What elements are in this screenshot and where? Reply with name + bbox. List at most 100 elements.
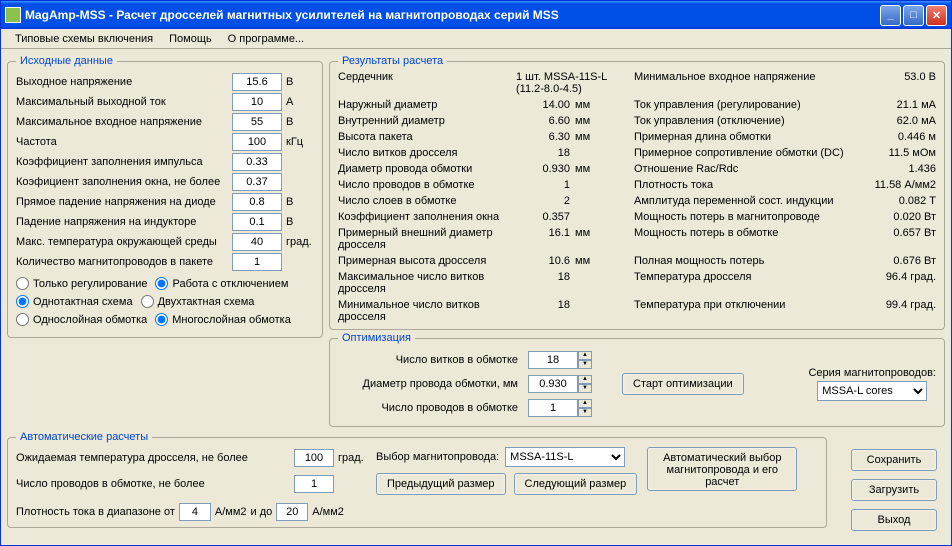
result-unit: мм <box>572 131 632 143</box>
iout-unit: А <box>282 96 314 108</box>
series-label: Серия магнитопроводов: <box>808 367 936 379</box>
result-unit: мм <box>572 255 632 267</box>
texp-input[interactable] <box>294 449 334 467</box>
result-unit: мм <box>572 115 632 127</box>
vin-input[interactable] <box>232 113 282 131</box>
vin-unit: В <box>282 116 314 128</box>
radio-with-off[interactable]: Работа с отключением <box>155 277 288 290</box>
result-value: 11.5 мОм <box>861 147 936 159</box>
jrange-label: Плотность тока в диапазоне от <box>16 506 175 518</box>
opt-fieldset: Оптимизация Число витков в обмотке ▲▼ Ди… <box>329 332 945 427</box>
prev-size-button[interactable]: Предыдущий размер <box>376 473 506 495</box>
window-title: MagAmp-MSS - Расчет дросселей магнитных … <box>25 8 880 22</box>
jto-label: и до <box>251 506 273 518</box>
spin-up-icon[interactable]: ▲ <box>578 399 592 408</box>
opt-wdia-spinner[interactable]: ▲▼ <box>528 375 592 393</box>
result-value: 10.6 <box>510 255 570 267</box>
spin-down-icon[interactable]: ▼ <box>578 408 592 417</box>
wfill-input[interactable] <box>232 173 282 191</box>
result-label: Примерная высота дросселя <box>338 255 508 267</box>
radio-single-layer[interactable]: Однослойная обмотка <box>16 313 147 326</box>
result-value: 6.60 <box>510 115 570 127</box>
result-value: 0.446 м <box>861 131 936 143</box>
vl-input[interactable] <box>232 213 282 231</box>
menu-help[interactable]: Помощь <box>161 31 220 47</box>
result-label: Коэффициент заполнения окна <box>338 211 508 223</box>
auto-nwire-label: Число проводов в обмотке, не более <box>16 478 294 490</box>
result-value: 18 <box>510 147 570 159</box>
result-label: Примерное сопротивление обмотки (DC) <box>634 147 859 159</box>
spin-up-icon[interactable]: ▲ <box>578 375 592 384</box>
exit-button[interactable]: Выход <box>851 509 937 531</box>
result-label: Амплитуда переменной сост. индукции <box>634 195 859 207</box>
result-label: Число проводов в обмотке <box>338 179 508 191</box>
result-label: Ток управления (регулирование) <box>634 99 859 111</box>
result-label: Наружный диаметр <box>338 99 508 111</box>
result-label: Отношение Rac/Rdc <box>634 163 859 175</box>
jfrom-input[interactable] <box>179 503 211 521</box>
minimize-button[interactable]: _ <box>880 5 901 26</box>
menubar: Типовые схемы включения Помощь О програм… <box>1 29 951 49</box>
freq-unit: кГц <box>282 136 314 148</box>
ncore-input[interactable] <box>232 253 282 271</box>
result-value: 21.1 мА <box>861 99 936 111</box>
opt-nwires-spinner[interactable]: ▲▼ <box>528 399 592 417</box>
result-unit: мм <box>572 99 632 111</box>
result-value: 11.58 А/мм2 <box>861 179 936 191</box>
radio-single[interactable]: Однотактная схема <box>16 295 133 308</box>
results-fieldset: Результаты расчета Сердечник1 шт. MSSA-1… <box>329 55 945 330</box>
result-value: 2 <box>510 195 570 207</box>
auto-select-button[interactable]: Автоматический выбор магнитопровода и ег… <box>647 447 797 491</box>
result-label: Примерная длина обмотки <box>634 131 859 143</box>
vin-label: Максимальное входное напряжение <box>16 116 232 128</box>
maximize-button[interactable]: □ <box>903 5 924 26</box>
result-label: Полная мощность потерь <box>634 255 859 267</box>
opt-turns-spinner[interactable]: ▲▼ <box>528 351 592 369</box>
ta-label: Макс. температура окружающей среды <box>16 236 232 248</box>
spin-up-icon[interactable]: ▲ <box>578 351 592 360</box>
result-label: Минимальное число витков дросселя <box>338 299 508 323</box>
result-label: Мощность потерь в магнитопроводе <box>634 211 859 223</box>
menu-about[interactable]: О программе... <box>220 31 312 47</box>
input-fieldset: Исходные данные Выходное напряжениеВ Мак… <box>7 55 323 338</box>
menu-schemes[interactable]: Типовые схемы включения <box>7 31 161 47</box>
start-opt-button[interactable]: Старт оптимизации <box>622 373 744 395</box>
result-value: 14.00 <box>510 99 570 111</box>
vout-input[interactable] <box>232 73 282 91</box>
result-unit <box>572 179 632 191</box>
result-value: 18 <box>510 271 570 295</box>
radio-multi-layer[interactable]: Многослойная обмотка <box>155 313 291 326</box>
iout-input[interactable] <box>232 93 282 111</box>
vl-label: Падение напряжения на индукторе <box>16 216 232 228</box>
save-button[interactable]: Сохранить <box>851 449 937 471</box>
next-size-button[interactable]: Следующий размер <box>514 473 638 495</box>
opt-turns-label: Число витков в обмотке <box>348 354 528 366</box>
series-select[interactable]: MSSA-L cores <box>817 381 927 401</box>
spin-down-icon[interactable]: ▼ <box>578 384 592 393</box>
freq-input[interactable] <box>232 133 282 151</box>
result-label: Мощность потерь в обмотке <box>634 227 859 251</box>
core-select[interactable]: MSSA-11S-L <box>505 447 625 467</box>
result-label: Минимальное входное напряжение <box>634 71 859 95</box>
radio-double[interactable]: Двухтактная схема <box>141 295 255 308</box>
jto-input[interactable] <box>276 503 308 521</box>
result-value: 0.020 Вт <box>861 211 936 223</box>
opt-wdia-label: Диаметр провода обмотки, мм <box>348 378 528 390</box>
results-legend: Результаты расчета <box>338 55 447 67</box>
auto-nwire-input[interactable] <box>294 475 334 493</box>
result-value: 0.676 Вт <box>861 255 936 267</box>
radio-reg-only[interactable]: Только регулирование <box>16 277 147 290</box>
ta-input[interactable] <box>232 233 282 251</box>
result-label: Внутренний диаметр <box>338 115 508 127</box>
wfill-label: Коэфициент заполнения окна, не более <box>16 176 232 188</box>
result-value: 16.1 <box>510 227 570 251</box>
spin-down-icon[interactable]: ▼ <box>578 360 592 369</box>
vd-input[interactable] <box>232 193 282 211</box>
result-value: 1 шт. MSSA-11S-L (11.2-8.0-4.5) <box>510 71 632 95</box>
vl-unit: В <box>282 216 314 228</box>
close-button[interactable]: ✕ <box>926 5 947 26</box>
iout-label: Максимальный выходной ток <box>16 96 232 108</box>
ta-unit: град. <box>282 236 314 248</box>
load-button[interactable]: Загрузить <box>851 479 937 501</box>
duty-input[interactable] <box>232 153 282 171</box>
